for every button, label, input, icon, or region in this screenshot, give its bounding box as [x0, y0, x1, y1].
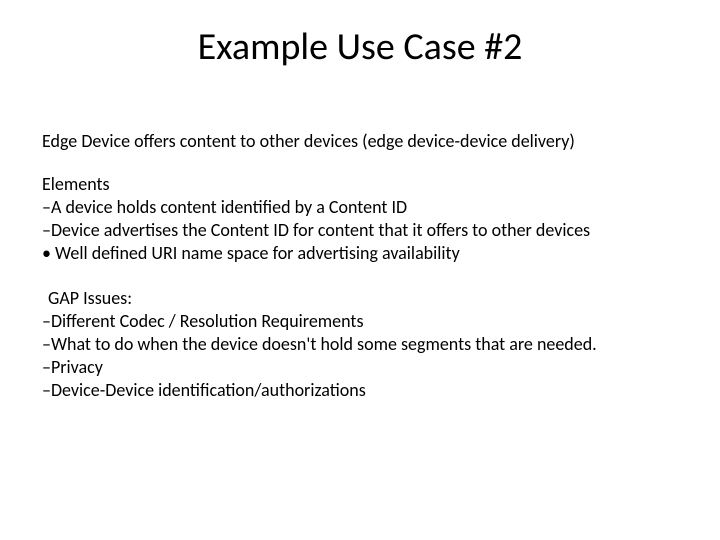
- elements-item-text: Device advertises the Content ID for con…: [51, 219, 590, 241]
- elements-item-text: A device holds content identified by a C…: [51, 196, 407, 218]
- gap-block: GAP Issues: Different Codec / Resolution…: [42, 287, 678, 402]
- elements-bullet: Well defined URI name space for advertis…: [42, 242, 678, 265]
- gap-item-text: What to do when the device doesn't hold …: [51, 333, 597, 355]
- gap-item-text: Privacy: [51, 356, 103, 378]
- elements-item: Device advertises the Content ID for con…: [42, 219, 678, 242]
- elements-item: A device holds content identified by a C…: [42, 196, 678, 219]
- elements-heading: Elements: [42, 173, 678, 196]
- gap-item: Device-Device identification/authorizati…: [42, 379, 678, 402]
- slide-body: Edge Device offers content to other devi…: [42, 130, 678, 402]
- elements-bullet-text: Well defined URI name space for advertis…: [55, 242, 460, 264]
- slide-title: Example Use Case #2: [0, 24, 720, 70]
- subtitle-line: Edge Device offers content to other devi…: [42, 130, 678, 153]
- elements-block: Elements A device holds content identifi…: [42, 173, 678, 265]
- gap-item: Different Codec / Resolution Requirement…: [42, 310, 678, 333]
- gap-heading: GAP Issues:: [48, 287, 678, 310]
- gap-item-text: Different Codec / Resolution Requirement…: [51, 310, 364, 332]
- gap-item: What to do when the device doesn't hold …: [42, 333, 678, 356]
- gap-item: Privacy: [42, 356, 678, 379]
- gap-item-text: Device-Device identification/authorizati…: [51, 379, 366, 401]
